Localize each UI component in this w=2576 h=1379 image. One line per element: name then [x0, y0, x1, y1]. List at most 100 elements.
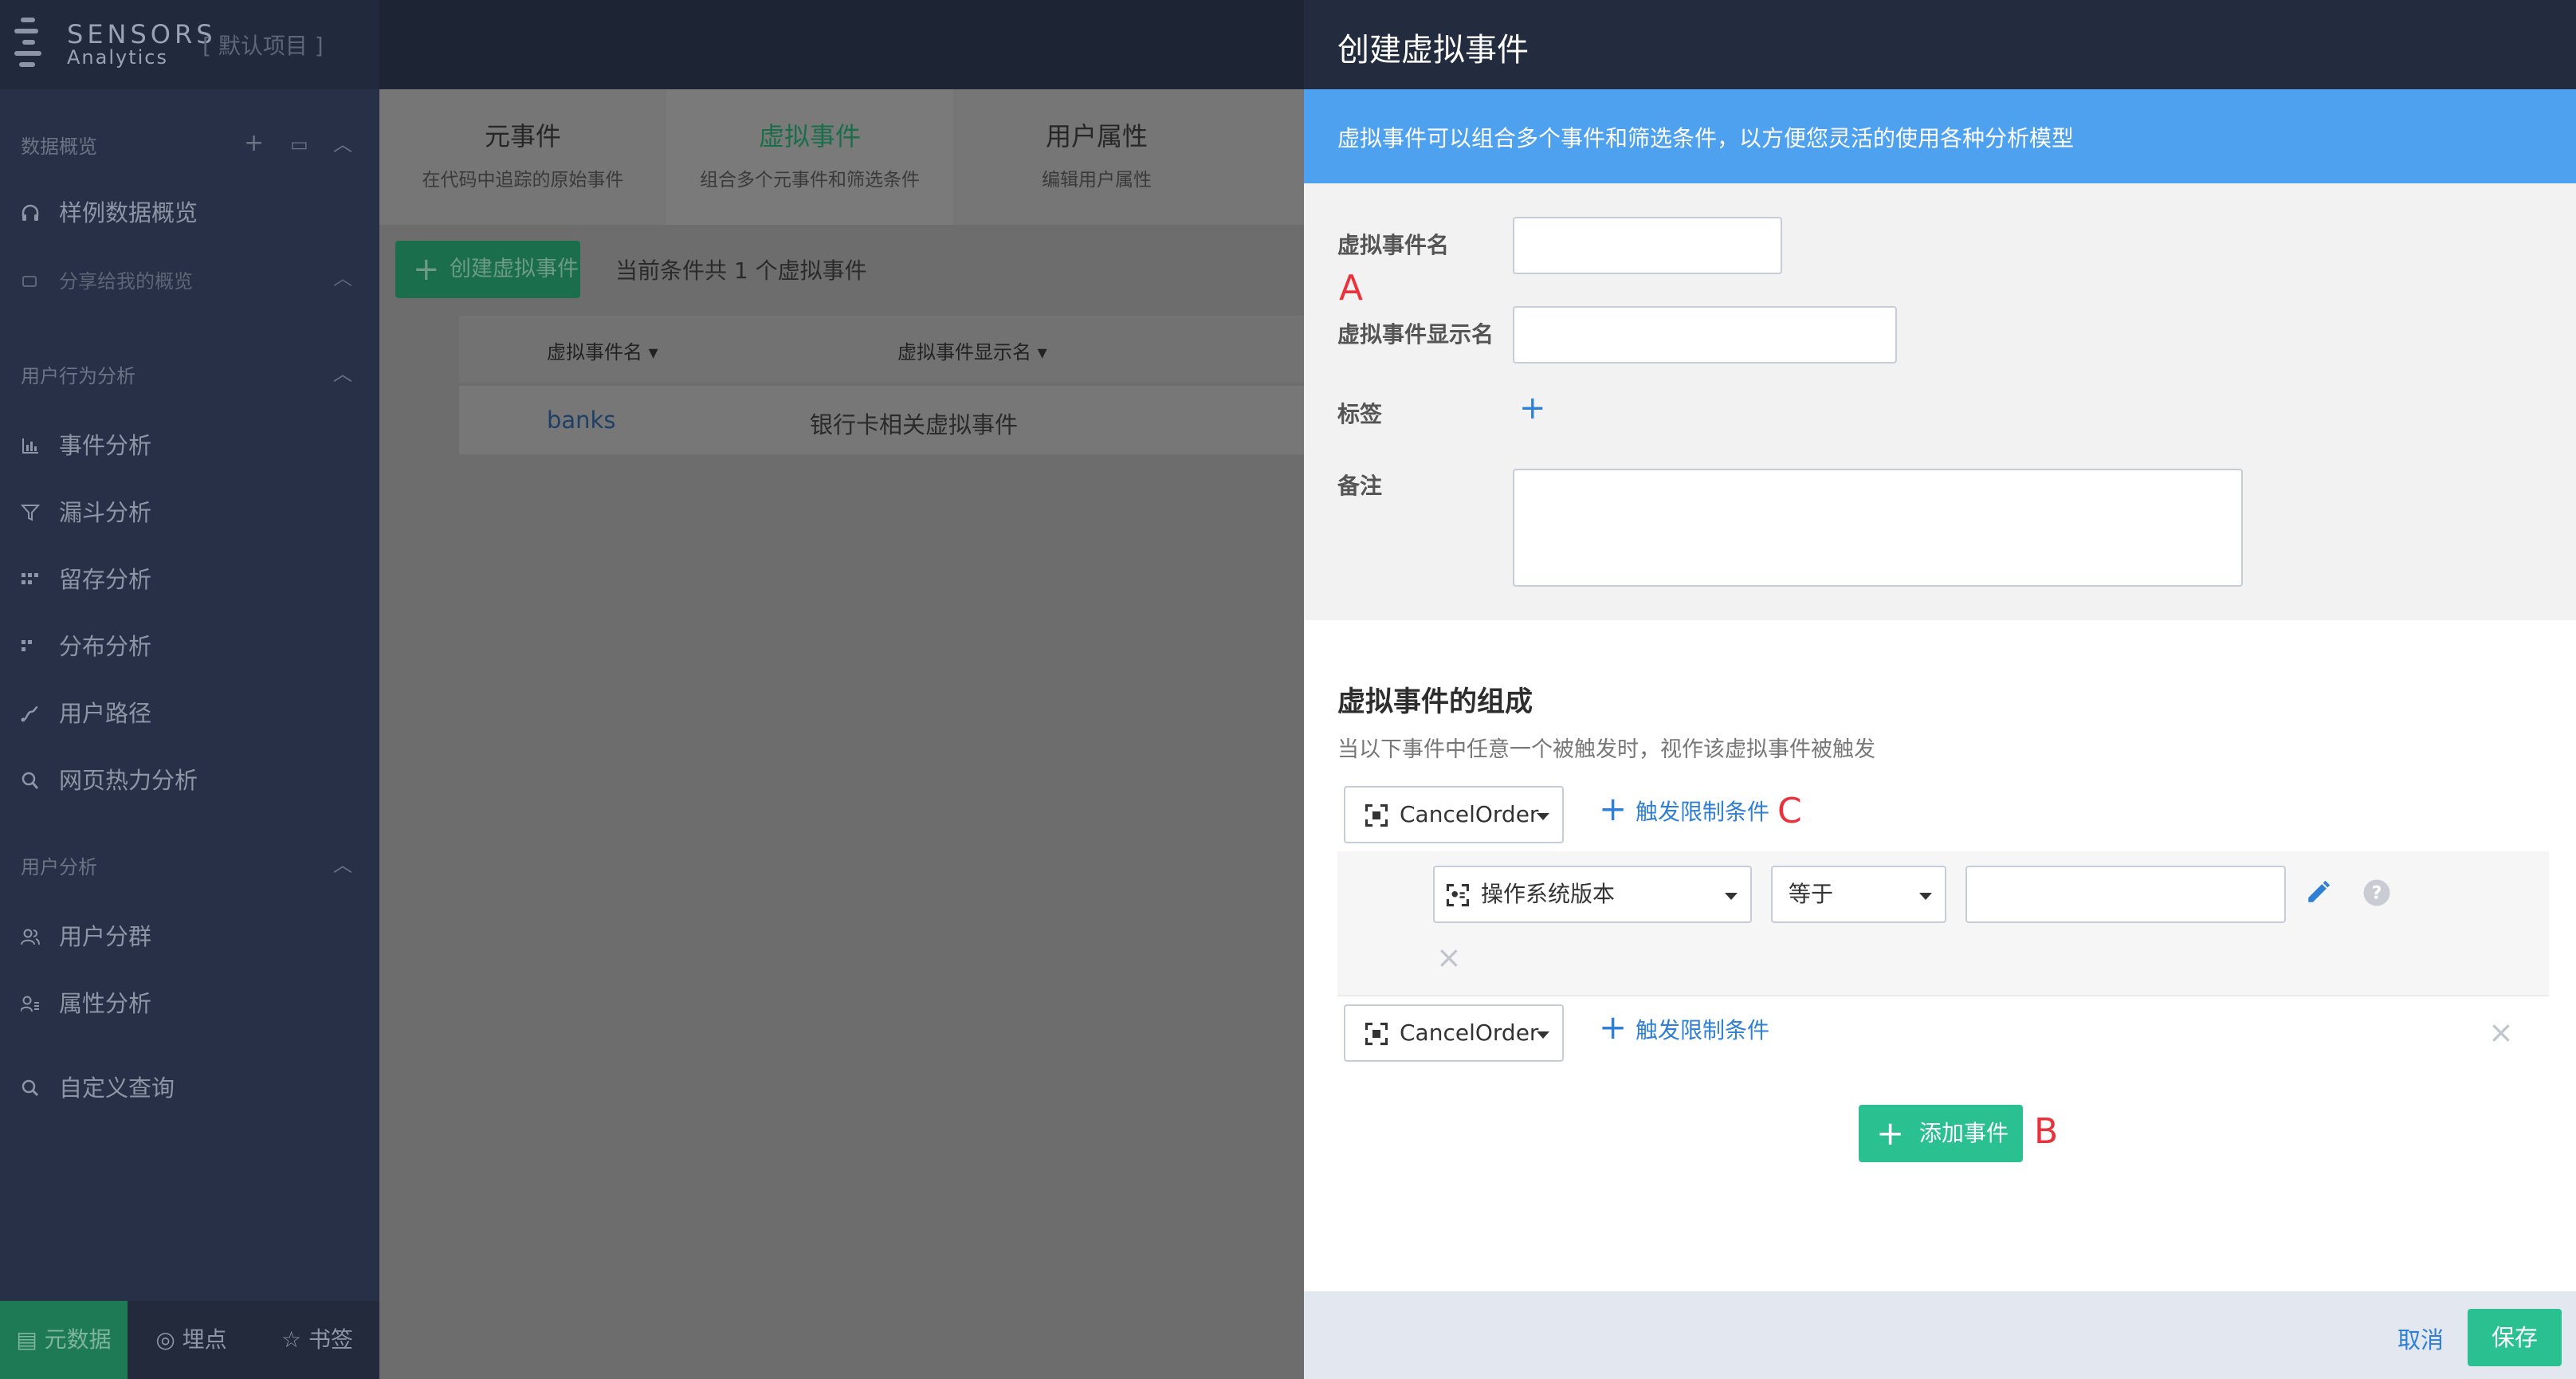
bar-chart-icon — [22, 438, 38, 454]
info-text: 虚拟事件可以组合多个事件和筛选条件，以方便您灵活的使用各种分析模型 — [1337, 125, 2075, 151]
sidebar-item-shared-overview[interactable]: 分享给我的概览 — [21, 261, 363, 301]
operator-select[interactable]: 等于 — [1771, 866, 1946, 923]
logo[interactable]: SENSORS Analytics [ 默认项目 ] — [0, 0, 379, 89]
tab-label: 元数据 — [44, 1326, 112, 1353]
divider — [1337, 995, 2549, 996]
sidebar-item-label: 事件分析 — [59, 432, 152, 459]
distribution-icon — [22, 640, 32, 651]
condition-panel: 操作系统版本 等于 ? × — [1337, 851, 2549, 995]
event-select-value: CancelOrder — [1400, 1020, 1539, 1046]
bottom-tabbar: ▤ 元数据 ◎ 埋点 ☆ 书签 — [0, 1301, 379, 1379]
save-button[interactable]: 保存 — [2468, 1309, 2562, 1366]
sidebar-item-label: 漏斗分析 — [59, 499, 152, 526]
trigger-label: 触发限制条件 — [1636, 1017, 1770, 1043]
collapse-icon[interactable]: ︿ — [333, 266, 352, 290]
collapse-icon[interactable]: ︿ — [333, 853, 352, 877]
property-select[interactable]: 操作系统版本 — [1433, 866, 1752, 923]
edit-pencil-icon[interactable] — [2305, 878, 2332, 906]
note-label: 备注 — [1337, 473, 1383, 499]
plus-icon: + — [1599, 1008, 1628, 1047]
tab-title: 元事件 — [484, 121, 561, 151]
event-count-text: 当前条件共 1 个虚拟事件 — [615, 257, 867, 284]
star-icon: ☆ — [281, 1326, 308, 1353]
sidebar-item-heatmap[interactable]: 网页热力分析 — [21, 760, 363, 800]
display-name-input[interactable] — [1513, 306, 1897, 363]
tab-metadata[interactable]: ▤ 元数据 — [0, 1301, 128, 1379]
heatmap-icon — [22, 772, 39, 789]
tab-subtitle: 在代码中追踪的原始事件 — [422, 170, 624, 191]
top-bar — [379, 0, 1304, 89]
table-row[interactable]: banks 银行卡相关虚拟事件 — [459, 386, 1304, 454]
funnel-icon — [21, 505, 40, 521]
remove-condition-icon[interactable]: × — [1436, 942, 1462, 972]
composition-description: 当以下事件中任意一个被触发时，视作该虚拟事件被触发 — [1337, 737, 1875, 762]
composition-title: 虚拟事件的组成 — [1337, 686, 1533, 718]
button-label: 创建虚拟事件 — [450, 257, 579, 281]
users-icon — [21, 929, 40, 945]
sidebar-item-label: 自定义查询 — [59, 1075, 175, 1102]
collapse-icon[interactable]: ︿ — [333, 362, 352, 386]
tab-tracking[interactable]: ◎ 埋点 — [128, 1301, 255, 1379]
table-header: 虚拟事件名 ▾ 虚拟事件显示名 ▾ — [459, 316, 1304, 383]
tab-virtual-events[interactable]: 虚拟事件 组合多个元事件和筛选条件 — [666, 89, 953, 225]
sidebar-item-label: 分布分析 — [59, 633, 152, 660]
event-name-label: 虚拟事件名 — [1337, 232, 1450, 258]
sidebar-item-user-path[interactable]: 用户路径 — [21, 693, 363, 733]
help-icon[interactable]: ? — [2362, 878, 2391, 907]
main-content: 元事件 在代码中追踪的原始事件 虚拟事件 组合多个元事件和筛选条件 用户属性 编… — [379, 0, 1304, 1379]
sidebar-item-user-groups[interactable]: 用户分群 — [21, 917, 363, 957]
tab-bookmarks[interactable]: ☆ 书签 — [255, 1301, 379, 1379]
tab-subtitle: 组合多个元事件和筛选条件 — [700, 170, 920, 191]
marker-c: C — [1777, 791, 1802, 831]
sidebar-item-distribution[interactable]: 分布分析 — [21, 627, 363, 666]
sidebar-item-attribute-analysis[interactable]: 属性分析 — [21, 984, 363, 1023]
collapse-icon[interactable]: ︿ — [333, 132, 352, 156]
event-select-1[interactable]: CancelOrder — [1344, 786, 1564, 843]
column-header-display-name[interactable]: 虚拟事件显示名 ▾ — [897, 336, 1047, 364]
tab-subtitle: 编辑用户属性 — [1042, 170, 1152, 191]
condition-value-input[interactable] — [1965, 866, 2286, 923]
event-select-2[interactable]: CancelOrder — [1344, 1004, 1564, 1062]
create-virtual-event-button[interactable]: + 创建虚拟事件 — [395, 241, 580, 298]
plus-icon: + — [413, 251, 440, 288]
sidebar-item-label: 分享给我的概览 — [59, 270, 193, 293]
caret-down-icon — [1725, 893, 1738, 900]
sidebar-item-funnel[interactable]: 漏斗分析 — [21, 493, 363, 532]
logo-name: SENSORS — [67, 19, 217, 49]
display-name-label: 虚拟事件显示名 — [1337, 321, 1494, 348]
logo-icon — [14, 18, 54, 73]
add-icon[interactable]: + — [244, 132, 264, 155]
tab-label: 埋点 — [182, 1326, 227, 1353]
section-title-overview: 数据概览 — [21, 136, 97, 158]
retention-icon — [22, 573, 38, 584]
tag-label: 标签 — [1337, 401, 1383, 427]
event-name-input[interactable] — [1513, 217, 1782, 274]
sidebar-item-label: 样例数据概览 — [59, 199, 198, 226]
caret-down-icon — [1537, 1031, 1549, 1039]
sidebar-item-label: 属性分析 — [59, 990, 152, 1017]
logo-subtitle: Analytics — [67, 46, 168, 69]
create-virtual-event-drawer: 创建虚拟事件 虚拟事件可以组合多个事件和筛选条件，以方便您灵活的使用各种分析模型… — [1304, 0, 2576, 1379]
headphones-icon — [22, 204, 39, 221]
tab-meta-events[interactable]: 元事件 在代码中追踪的原始事件 — [379, 89, 666, 225]
column-header-name[interactable]: 虚拟事件名 ▾ — [547, 336, 658, 364]
drawer-footer: 取消 保存 — [1304, 1291, 2576, 1379]
sidebar-item-event-analysis[interactable]: 事件分析 — [21, 426, 363, 466]
section-title-user: 用户分析 — [21, 856, 97, 878]
operator-select-value: 等于 — [1789, 881, 1834, 907]
project-name[interactable]: [ 默认项目 ] — [202, 29, 324, 61]
edit-icon[interactable]: ▭ — [290, 132, 308, 156]
event-icon — [1365, 803, 1388, 827]
sidebar-item-sample-overview[interactable]: 样例数据概览 — [21, 193, 363, 233]
add-tag-icon[interactable]: + — [1519, 392, 1546, 424]
caret-down-icon — [1919, 893, 1932, 900]
note-textarea[interactable] — [1513, 469, 2243, 587]
plus-icon: + — [1599, 789, 1628, 828]
cancel-button[interactable]: 取消 — [2397, 1322, 2444, 1355]
tab-user-attributes[interactable]: 用户属性 编辑用户属性 — [953, 89, 1240, 225]
remove-event-icon[interactable]: × — [2488, 1017, 2514, 1047]
add-event-button[interactable]: + 添加事件 — [1859, 1105, 2023, 1162]
sidebar-item-retention[interactable]: 留存分析 — [21, 560, 363, 599]
event-name-link[interactable]: banks — [547, 407, 615, 434]
sidebar-item-custom-query[interactable]: 自定义查询 — [21, 1068, 363, 1108]
